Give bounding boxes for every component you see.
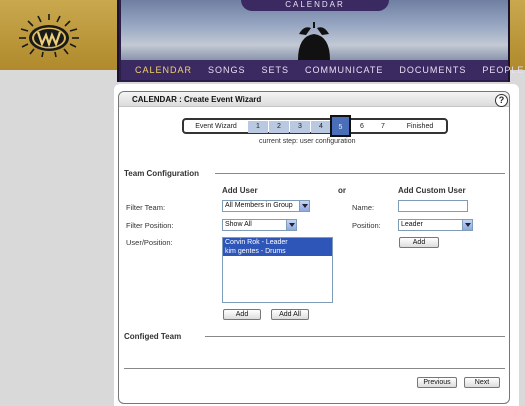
footer-divider [124,368,505,369]
user-position-listbox[interactable]: Corvin Rok - Leader kim gentes - Drums [222,237,333,303]
nav-item-sets[interactable]: SETS [262,65,290,75]
user-position-label: User/Position: [126,238,173,247]
or-text: or [338,186,346,195]
add-user-heading: Add User [222,186,258,195]
position-label: Position: [352,221,381,230]
chevron-down-icon [299,201,309,211]
wizard-title: CALENDAR : Create Event Wizard [132,95,262,104]
filter-position-label: Filter Position: [126,221,174,230]
user-list-item[interactable]: Corvin Rok - Leader [223,238,332,247]
add-custom-user-button[interactable]: Add [399,237,439,248]
step-6[interactable]: 6 [352,121,372,133]
team-config-title: Team Configuration [124,169,199,178]
chevron-down-icon [462,220,472,230]
step-3[interactable]: 3 [290,121,310,133]
filter-team-select[interactable]: All Members in Group [222,200,310,212]
configed-team-divider [205,336,505,337]
banner-title: CALENDAR [241,0,389,11]
nav-item-communicate[interactable]: COMMUNICATE [305,65,383,75]
main-nav: CALENDAR SONGS SETS COMMUNICATE DOCUMENTS PEO… [121,60,523,80]
nav-item-songs[interactable]: SONGS [208,65,246,75]
step-2[interactable]: 2 [269,121,289,133]
previous-button[interactable]: Previous [417,377,457,388]
custom-position-select[interactable]: Leader [398,219,473,231]
nav-item-calendar[interactable]: CALENDAR [135,65,192,75]
w-sunburst-logo-icon[interactable] [18,12,80,58]
step-finished[interactable]: Finished [395,121,445,133]
site-header: CALENDAR CALENDAR SONGS SETS COMMUNICATE DOC… [0,0,525,82]
wizard-steps-bar: Event Wizard 1 2 3 4 5 6 7 Finished [182,115,448,137]
add-user-button[interactable]: Add [223,309,261,320]
filter-position-value: Show All [225,221,252,228]
help-icon[interactable]: ? [495,94,508,107]
nav-item-documents[interactable]: DOCUMENTS [399,65,466,75]
user-list-item[interactable]: kim gentes - Drums [223,247,332,256]
event-wizard-panel: CALENDAR : Create Event Wizard ? Event W… [118,91,510,404]
wizard-header: CALENDAR : Create Event Wizard ? [119,92,509,107]
custom-position-value: Leader [401,221,423,228]
team-config-divider [215,173,505,174]
custom-name-input[interactable] [398,200,468,212]
chevron-down-icon [286,220,296,230]
name-label: Name: [352,203,375,212]
filter-team-label: Filter Team: [126,203,166,212]
step-7[interactable]: 7 [373,121,393,133]
add-all-button[interactable]: Add All [271,309,309,320]
next-button[interactable]: Next [464,377,500,388]
alarm-clock-icon [298,22,330,60]
step-4[interactable]: 4 [311,121,331,133]
step-1[interactable]: 1 [248,121,268,133]
configed-team-title: Configed Team [124,332,182,341]
steps-label: Event Wizard [195,123,237,130]
filter-team-value: All Members in Group [225,202,293,209]
nav-item-people[interactable]: PEOPLE [482,65,524,75]
current-step-text: current step: user configuration [259,138,356,145]
filter-position-select[interactable]: Show All [222,219,297,231]
header-banner: CALENDAR CALENDAR SONGS SETS COMMUNICATE DOC… [117,0,523,82]
step-5-current[interactable]: 5 [330,115,351,137]
add-custom-user-heading: Add Custom User [398,186,466,195]
